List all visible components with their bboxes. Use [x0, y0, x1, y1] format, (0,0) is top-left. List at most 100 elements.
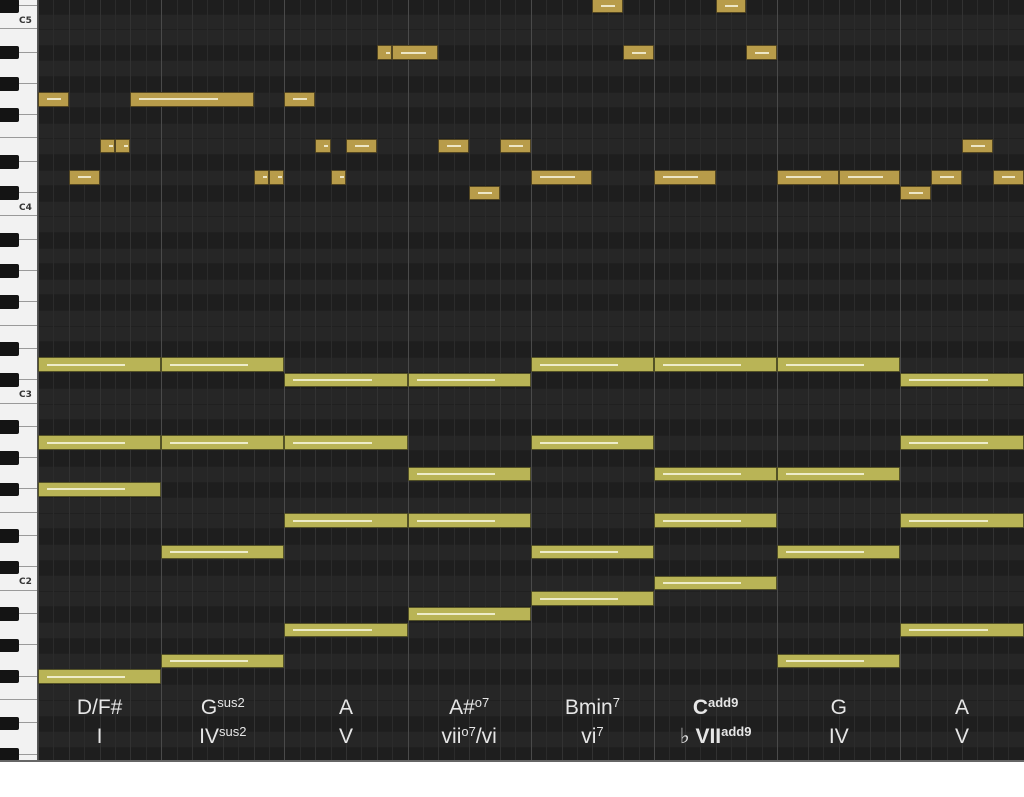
melody-note[interactable] [330, 170, 346, 185]
melody-note[interactable] [992, 170, 1024, 185]
piano-roll-editor[interactable]: C5 C4 C3 C2 D/F# I Gsus2 IVsus2 A V A#o7 viio7/vi B… [0, 0, 1024, 762]
chord-note[interactable] [777, 544, 901, 560]
melody-note[interactable] [38, 92, 69, 107]
melody-note[interactable] [99, 138, 115, 154]
velocity-indicator [971, 145, 985, 148]
melody-note[interactable] [284, 92, 316, 107]
chord-note[interactable] [900, 372, 1024, 388]
black-key[interactable] [0, 669, 19, 684]
melody-note[interactable] [931, 170, 962, 185]
melody-note[interactable] [469, 185, 500, 201]
chord-note[interactable] [38, 482, 162, 497]
black-key[interactable] [0, 716, 19, 731]
black-key[interactable] [0, 77, 19, 91]
chord-note[interactable] [38, 669, 162, 684]
chord-note[interactable] [161, 544, 285, 560]
melody-note[interactable] [346, 138, 377, 154]
black-key[interactable] [0, 0, 19, 13]
chord-note[interactable] [654, 357, 778, 372]
melody-note[interactable] [500, 138, 531, 154]
flat-sign: ♭ [679, 725, 696, 748]
melody-note[interactable] [746, 45, 778, 60]
black-key[interactable] [0, 186, 19, 200]
chord-name-label: Bmin7 [530, 696, 654, 720]
chord-note[interactable] [38, 357, 162, 372]
melody-note[interactable] [269, 170, 285, 185]
chord-note[interactable] [284, 622, 408, 638]
melody-note[interactable] [900, 185, 932, 201]
black-key[interactable] [0, 373, 19, 387]
sub-beat-line [885, 0, 886, 762]
melody-note[interactable] [962, 138, 993, 154]
chord-note[interactable] [530, 435, 654, 450]
chord-note[interactable] [407, 466, 531, 482]
chord-note[interactable] [161, 435, 285, 450]
black-key[interactable] [0, 420, 19, 434]
chord-name-label: A#o7 [407, 696, 531, 720]
black-key[interactable] [0, 638, 19, 653]
beat-line [684, 0, 686, 762]
chord-note[interactable] [38, 435, 162, 450]
melody-note[interactable] [315, 138, 331, 154]
chord-note[interactable] [284, 372, 408, 388]
melody-note[interactable] [376, 45, 393, 60]
beat-line [808, 0, 809, 762]
chord-note[interactable] [530, 357, 654, 372]
black-key[interactable] [0, 607, 19, 621]
chord-note[interactable] [530, 544, 654, 560]
chord-note[interactable] [407, 606, 531, 622]
melody-note[interactable] [68, 170, 100, 185]
black-key[interactable] [0, 108, 19, 122]
chord-note[interactable] [161, 357, 285, 372]
beat-line [68, 0, 70, 762]
bar-line [161, 0, 163, 762]
melody-note[interactable] [530, 170, 593, 185]
black-key[interactable] [0, 342, 19, 356]
velocity-indicator [539, 363, 619, 366]
chord-note[interactable] [654, 466, 778, 482]
chord-note[interactable] [284, 435, 408, 450]
chord-note[interactable] [161, 653, 285, 669]
melody-note[interactable] [115, 138, 131, 154]
chord-note[interactable] [777, 653, 901, 669]
chord-note[interactable] [530, 591, 654, 606]
chord-note[interactable] [900, 513, 1024, 528]
melody-note[interactable] [777, 170, 839, 185]
velocity-indicator [909, 519, 988, 522]
sub-beat-line [145, 0, 147, 762]
melody-note[interactable] [438, 138, 470, 154]
chord-note[interactable] [777, 466, 901, 482]
chord-note[interactable] [284, 513, 408, 528]
melody-note[interactable] [592, 0, 624, 14]
note-grid[interactable] [38, 0, 1024, 762]
melody-note[interactable] [253, 170, 269, 185]
chord-note[interactable] [777, 357, 901, 372]
piano-keyboard[interactable]: C5 C4 C3 C2 [0, 0, 38, 762]
chord-note[interactable] [900, 435, 1024, 450]
black-key[interactable] [0, 264, 19, 278]
melody-note[interactable] [623, 45, 654, 60]
sub-beat-line [761, 0, 763, 762]
roman-numeral: vi [581, 725, 597, 748]
melody-note[interactable] [130, 92, 254, 107]
melody-note[interactable] [654, 170, 716, 185]
chord-note[interactable] [407, 513, 531, 528]
beat-line [623, 0, 625, 762]
velocity-indicator [909, 379, 988, 382]
black-key[interactable] [0, 560, 19, 575]
black-key[interactable] [0, 45, 19, 60]
black-key[interactable] [0, 482, 19, 497]
chord-note[interactable] [900, 622, 1024, 638]
chord-note[interactable] [654, 513, 778, 528]
velocity-indicator [724, 4, 739, 7]
melody-note[interactable] [392, 45, 439, 60]
chord-note[interactable] [654, 575, 778, 591]
chord-note[interactable] [407, 372, 531, 388]
black-key[interactable] [0, 155, 19, 169]
black-key[interactable] [0, 529, 19, 543]
black-key[interactable] [0, 451, 19, 465]
black-key[interactable] [0, 295, 19, 309]
melody-note[interactable] [838, 170, 901, 185]
melody-note[interactable] [715, 0, 747, 14]
black-key[interactable] [0, 233, 19, 247]
